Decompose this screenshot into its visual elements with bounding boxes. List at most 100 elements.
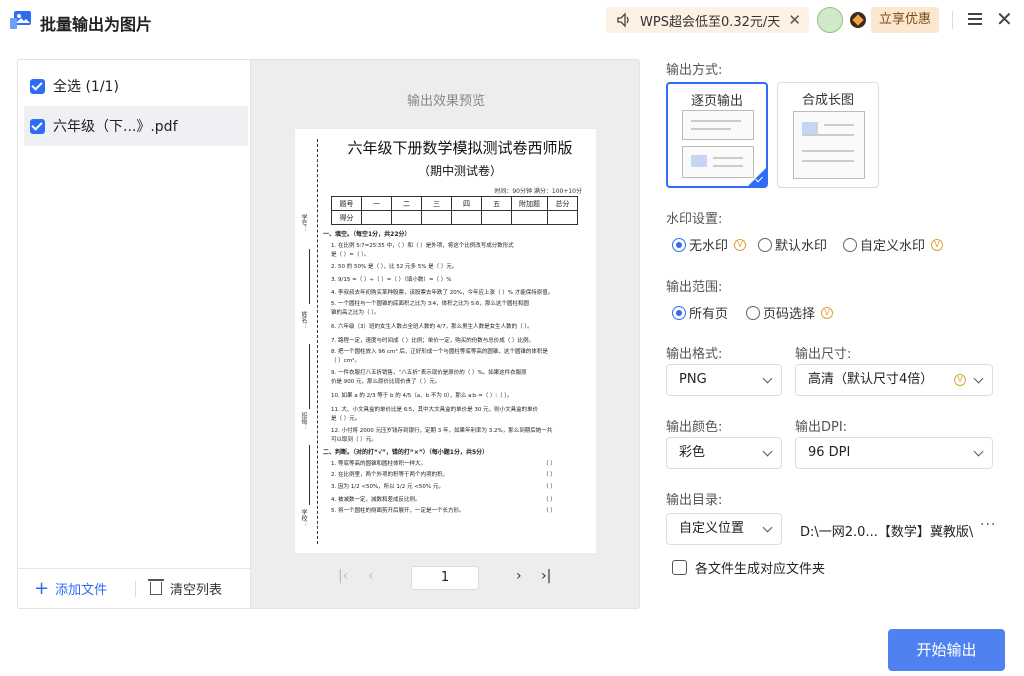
question-line: 10. 如果 a 的 2/3 等于 b 的 4/5（a、b 不为 0），那么 a… — [331, 393, 513, 399]
answer-paren: （ ） — [543, 508, 556, 514]
question-line: 2. 50 的 50% 是（ ），比 52 元多 5% 是（ ）元。 — [331, 264, 458, 270]
select-all-label: 全选 (1/1) — [53, 79, 119, 95]
prev-page-icon[interactable]: ‹ — [368, 568, 374, 584]
app-title: 批量输出为图片 — [40, 15, 153, 34]
watermark-option[interactable]: 自定义水印 — [860, 235, 925, 254]
deal-button[interactable]: 立享优惠 — [871, 7, 939, 33]
preview-title: 输出效果预览 — [406, 94, 485, 109]
radio-no-watermark[interactable] — [672, 237, 686, 252]
output-mode-label: 输出方式: — [666, 63, 723, 78]
dpi-select[interactable]: 96 DPI — [795, 437, 993, 469]
judgment-line: 3. 因为 1/2 <50%，所以 1/2 元 <50% 元。 （ ） — [331, 482, 556, 490]
judgment-text: 4. 被减数一定，减数和差成反比例。 — [331, 497, 421, 503]
start-output-button[interactable]: 开始输出 — [888, 629, 1005, 671]
radio-page-select[interactable] — [746, 305, 761, 320]
dpi-label: 输出DPI: — [795, 420, 848, 435]
section-heading: 二、判断。（对的打“√”，错的打“×”）（每小题1分，共5分） — [323, 449, 489, 456]
watermark-option[interactable]: 无水印 — [689, 235, 728, 254]
range-options: 所有页 页码选择 V — [672, 303, 845, 322]
vip-icon: V — [821, 306, 834, 319]
range-option[interactable]: 所有页 — [689, 303, 728, 322]
clear-list-button[interactable]: 清空列表 — [148, 579, 223, 598]
question-line: 11. 大、小文具盒的单价比是 6∶5，其中大文具盒的单价是 30 元，则小文具… — [331, 407, 539, 413]
watermark-label: 水印设置: — [666, 212, 723, 227]
first-page-icon[interactable]: |‹ — [338, 568, 348, 584]
question-line: 是（ ）元。 — [331, 416, 361, 422]
selected-check-icon — [748, 168, 766, 186]
pager: |‹ ‹ 1 › ›| — [251, 566, 641, 590]
score-table: 题号 一 二 三 四 五 附加题 总分 得分 — [331, 196, 578, 225]
answer-paren: （ ） — [543, 484, 556, 490]
select-all-checkbox[interactable]: 全选 (1/1) — [24, 66, 248, 106]
side-line — [309, 249, 310, 304]
side-label: 班级： — [300, 412, 307, 430]
doc-illustration — [682, 146, 754, 178]
mode-per-page[interactable]: 逐页输出 — [666, 82, 768, 188]
checkbox-icon[interactable] — [30, 118, 45, 134]
page-number-input[interactable]: 1 — [411, 566, 479, 590]
next-page-icon[interactable]: › — [516, 568, 522, 584]
section-heading: 一、填空。（每空1分，共22分） — [323, 231, 411, 238]
watermark-option[interactable]: 默认水印 — [775, 235, 827, 254]
add-file-label: 添加文件 — [55, 583, 108, 598]
menu-icon[interactable] — [968, 13, 982, 25]
mode-long-image[interactable]: 合成长图 — [777, 82, 879, 188]
size-select[interactable]: 高清（默认尺寸4倍） V — [795, 364, 993, 396]
judgment-line: 2. 在比例里，两个外项的积等于两个内项的积。 （ ） — [331, 470, 556, 478]
mode-label: 合成长图 — [801, 93, 854, 108]
judgment-line: 4. 被减数一定，减数和差成反比例。 （ ） — [331, 495, 556, 503]
question-line: 4. 李叔叔去年初购买某种股票，该股票去年跌了 20%，今年应上涨（ ）% 才能… — [331, 290, 554, 296]
chevron-down-icon — [762, 373, 773, 384]
close-icon[interactable]: ✕ — [996, 8, 1013, 30]
side-label: 姓名： — [300, 311, 307, 329]
range-option[interactable]: 页码选择 — [763, 303, 815, 322]
file-list-panel: 全选 (1/1) 六年级（下...》.pdf + 添加文件 清空列表 — [17, 59, 250, 609]
question-line: 6. 六年级（3）班的女生人数占全班人数的 4/7，那么男生人数是女生人数的（ … — [331, 324, 533, 330]
score-header: 一 — [361, 196, 392, 211]
vip-icon: V — [734, 238, 747, 251]
score-header: 五 — [481, 196, 512, 211]
score-header: 题号 — [331, 196, 362, 211]
question-line: 是（ ）=（ ）。 — [331, 252, 370, 258]
vip-icon: V — [931, 238, 944, 251]
last-page-icon[interactable]: ›| — [541, 568, 551, 584]
dir-mode-select[interactable]: 自定义位置 — [666, 513, 782, 545]
vip-badge-icon — [850, 12, 866, 28]
vip-icon: V — [954, 374, 966, 386]
chevron-down-icon — [973, 373, 984, 384]
dir-path: D:\一网2.0...【数学】冀教版\ — [800, 525, 974, 540]
judgment-text: 3. 因为 1/2 <50%，所以 1/2 元 <50% 元。 — [331, 484, 444, 490]
doc-illustration — [793, 111, 865, 179]
checkbox-icon[interactable] — [30, 78, 45, 94]
color-select[interactable]: 彩色 — [666, 437, 782, 469]
more-icon[interactable]: ··· — [980, 517, 996, 533]
checkbox-icon[interactable] — [672, 560, 687, 575]
avatar[interactable] — [817, 7, 843, 33]
fold-line — [317, 139, 318, 544]
side-line — [309, 445, 310, 505]
add-file-button[interactable]: + 添加文件 — [34, 579, 107, 598]
side-label: 学号： — [300, 214, 307, 232]
format-select[interactable]: PNG — [666, 364, 782, 396]
radio-custom-watermark[interactable] — [843, 237, 858, 252]
radio-default-watermark[interactable] — [758, 237, 773, 252]
per-file-folder-checkbox[interactable]: 各文件生成对应文件夹 — [672, 558, 825, 577]
plus-icon: + — [34, 577, 50, 599]
radio-all-pages[interactable] — [672, 305, 686, 320]
dpi-value: 96 DPI — [808, 445, 851, 460]
preview-panel: 输出效果预览 学号： 姓名： 班级： 学校： 六年级下册数学模拟测试卷西师版 （… — [250, 59, 640, 609]
chevron-down-icon — [762, 522, 773, 533]
score-row-label: 得分 — [331, 210, 362, 225]
question-line: 价是 900 元，那么原价比现价贵了（ ）元。 — [331, 379, 441, 385]
trash-icon — [148, 579, 164, 595]
list-item[interactable]: 六年级（下...》.pdf — [24, 106, 248, 146]
size-value: 高清（默认尺寸4倍） — [808, 372, 934, 387]
judgment-line: 1. 等底等高的圆锥和圆柱体积一样大。 （ ） — [331, 459, 556, 467]
promo-banner[interactable]: WPS超会低至0.32元/天 ✕ — [606, 7, 809, 33]
format-label: 输出格式: — [666, 347, 723, 362]
question-line: 1. 在比例 5∶7=25∶35 中，（ ）和（ ）是外项，将这个比例改写成分数… — [331, 243, 514, 249]
promo-close-icon[interactable]: ✕ — [788, 11, 801, 29]
clear-list-label: 清空列表 — [170, 583, 223, 598]
chevron-down-icon — [762, 446, 773, 457]
score-header: 附加题 — [511, 196, 548, 211]
